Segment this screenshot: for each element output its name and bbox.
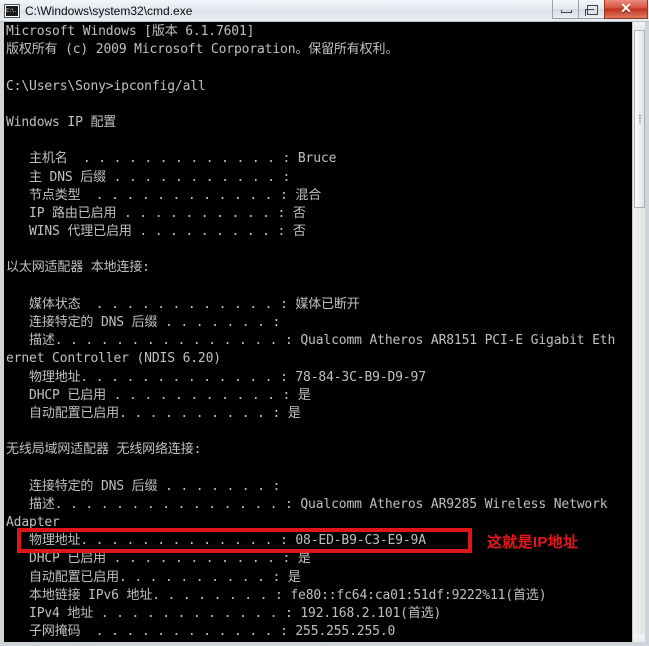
console-line: 以太网适配器 本地连接: xyxy=(6,260,150,276)
close-button[interactable]: ✕ xyxy=(604,0,648,19)
console-line: 自动配置已启用. . . . . . . . . . : 是 xyxy=(6,405,301,421)
console-line: 连接特定的 DNS 后缀 . . . . . . . : xyxy=(6,315,281,330)
console-line: IP 路由已启用 . . . . . . . . . . : 否 xyxy=(6,205,306,221)
console-line: 子网掩码 . . . . . . . . . . . . : 255.255.2… xyxy=(6,624,396,640)
window-controls[interactable]: ✕ xyxy=(552,0,648,21)
console-line: Adapter xyxy=(6,515,60,531)
console-line: 本地链接 IPv6 地址. . . . . . . . : fe80::fc64… xyxy=(6,587,547,603)
console-line: 版权所有 (c) 2009 Microsoft Corporation。保留所有… xyxy=(6,42,399,58)
console-line: 节点类型 . . . . . . . . . . . . : 混合 xyxy=(6,187,322,203)
annotation-label: 这就是IP地址 xyxy=(487,534,579,551)
console-line: 主机名 . . . . . . . . . . . . . : Bruce xyxy=(6,151,337,167)
cmd-icon xyxy=(4,3,20,18)
console-line: Microsoft Windows [版本 6.1.7601] xyxy=(6,24,255,39)
console-line: DHCP 已启用 . . . . . . . . . . . : 是 xyxy=(6,387,311,403)
console-line: 连接特定的 DNS 后缀 . . . . . . . : xyxy=(6,478,281,494)
window-title: C:\Windows\system32\cmd.exe xyxy=(25,3,193,18)
console-line: 媒体状态 . . . . . . . . . . . . : 媒体已断开 xyxy=(6,296,360,312)
console-line: 获得租约的时间 . . . . . . . . . : 2014年3月27日 7… xyxy=(6,641,632,642)
scrollbar-thumb[interactable] xyxy=(634,30,645,208)
console-line: IPv4 地址 . . . . . . . . . . . . : 192.16… xyxy=(6,606,442,621)
vertical-scrollbar[interactable] xyxy=(632,22,645,642)
restore-icon xyxy=(585,5,598,16)
console-line: 物理地址. . . . . . . . . . . . . : 78-84-3C… xyxy=(6,369,426,385)
console-line: 无线局域网适配器 无线网络连接: xyxy=(6,442,202,458)
scroll-down-button[interactable] xyxy=(633,635,645,642)
console-line: DHCP 已启用 . . . . . . . . . . . : 是 xyxy=(6,551,311,567)
console-line: C:\Users\Sony>ipconfig/all xyxy=(6,78,206,94)
scroll-up-button[interactable] xyxy=(633,22,645,29)
minimize-button[interactable] xyxy=(552,0,579,19)
close-icon: ✕ xyxy=(620,0,632,16)
console-line: 描述. . . . . . . . . . . . . . . : Qualco… xyxy=(6,333,616,349)
cmd-window: Microsoft Windows [版本 6.1.7601] 版权所有 (c) … xyxy=(0,0,649,646)
minimize-icon xyxy=(561,10,572,13)
console-line: WINS 代理已启用 . . . . . . . . . : 否 xyxy=(6,224,306,240)
console-line: ernet Controller (NDIS 6.20) xyxy=(6,351,221,367)
title-bar[interactable]: C:\Windows\system32\cmd.exe ✕ xyxy=(0,0,649,22)
console-line: 主 DNS 后缀 . . . . . . . . . . . : xyxy=(6,169,291,185)
console-line: Windows IP 配置 xyxy=(6,114,117,130)
console-line: 自动配置已启用. . . . . . . . . . : 是 xyxy=(6,569,301,585)
console-line: 描述. . . . . . . . . . . . . . . : Qualco… xyxy=(6,496,608,512)
restore-button[interactable] xyxy=(578,0,605,19)
